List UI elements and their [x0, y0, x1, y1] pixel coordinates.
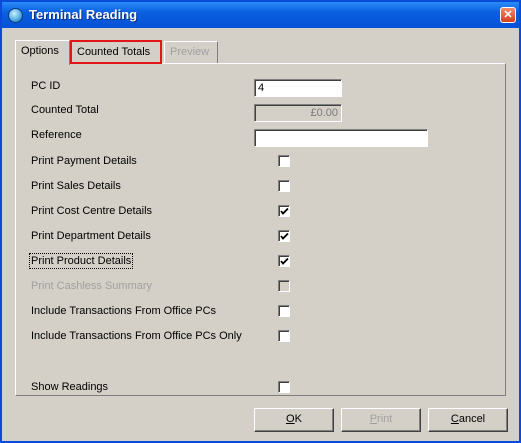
app-icon	[8, 8, 23, 23]
reference-field[interactable]	[254, 129, 428, 147]
tab-counted-totals[interactable]: Counted Totals	[70, 40, 162, 64]
include-office-pcs-label: Include Transactions From Office PCs	[31, 305, 217, 317]
show-readings-checkbox[interactable]	[278, 381, 290, 393]
cancel-button[interactable]: Cancel	[428, 408, 508, 432]
print-button: Print	[341, 408, 421, 432]
check-icon	[280, 207, 289, 215]
print-department-details-label: Print Department Details	[31, 230, 151, 242]
include-office-pcs-only-checkbox[interactable]	[278, 330, 290, 342]
print-accel: P	[369, 413, 378, 425]
print-sales-details-checkbox[interactable]	[278, 180, 290, 192]
pc-id-field[interactable]: 4	[254, 79, 342, 97]
print-product-details-label: Print Product Details	[28, 253, 134, 269]
cancel-accel: C	[450, 413, 459, 425]
include-office-pcs-checkbox[interactable]	[278, 305, 290, 317]
print-payment-details-label: Print Payment Details	[31, 155, 137, 167]
check-icon	[280, 232, 289, 240]
print-cost-centre-details-label: Print Cost Centre Details	[31, 205, 153, 217]
tab-options[interactable]: Options	[15, 40, 70, 65]
pc-id-label: PC ID	[31, 80, 61, 92]
print-payment-details-checkbox[interactable]	[278, 155, 290, 167]
window-title: Terminal Reading	[29, 7, 138, 22]
title-bar[interactable]: Terminal Reading ✕	[2, 2, 519, 28]
counted-total-field: £0.00	[254, 104, 342, 122]
ok-button[interactable]: OK	[254, 408, 334, 432]
terminal-reading-window: Terminal Reading ✕ Options Counted Total…	[0, 0, 521, 443]
print-product-details-checkbox[interactable]	[278, 255, 290, 267]
check-icon	[280, 257, 289, 265]
ok-rest: K	[294, 413, 302, 425]
tab-preview: Preview	[164, 41, 218, 63]
print-department-details-checkbox[interactable]	[278, 230, 290, 242]
ok-accel: O	[286, 413, 295, 425]
print-cost-centre-details-checkbox[interactable]	[278, 205, 290, 217]
print-rest: rint	[377, 413, 393, 425]
cancel-rest: ancel	[458, 413, 486, 425]
close-icon[interactable]: ✕	[500, 7, 516, 23]
counted-total-label: Counted Total	[31, 104, 99, 116]
print-cashless-summary-label: Print Cashless Summary	[31, 280, 153, 292]
print-cashless-summary-checkbox	[278, 280, 290, 292]
include-office-pcs-only-label: Include Transactions From Office PCs Onl…	[31, 330, 242, 342]
print-sales-details-label: Print Sales Details	[31, 180, 121, 192]
show-readings-label: Show Readings	[31, 381, 109, 393]
reference-label: Reference	[31, 129, 82, 141]
